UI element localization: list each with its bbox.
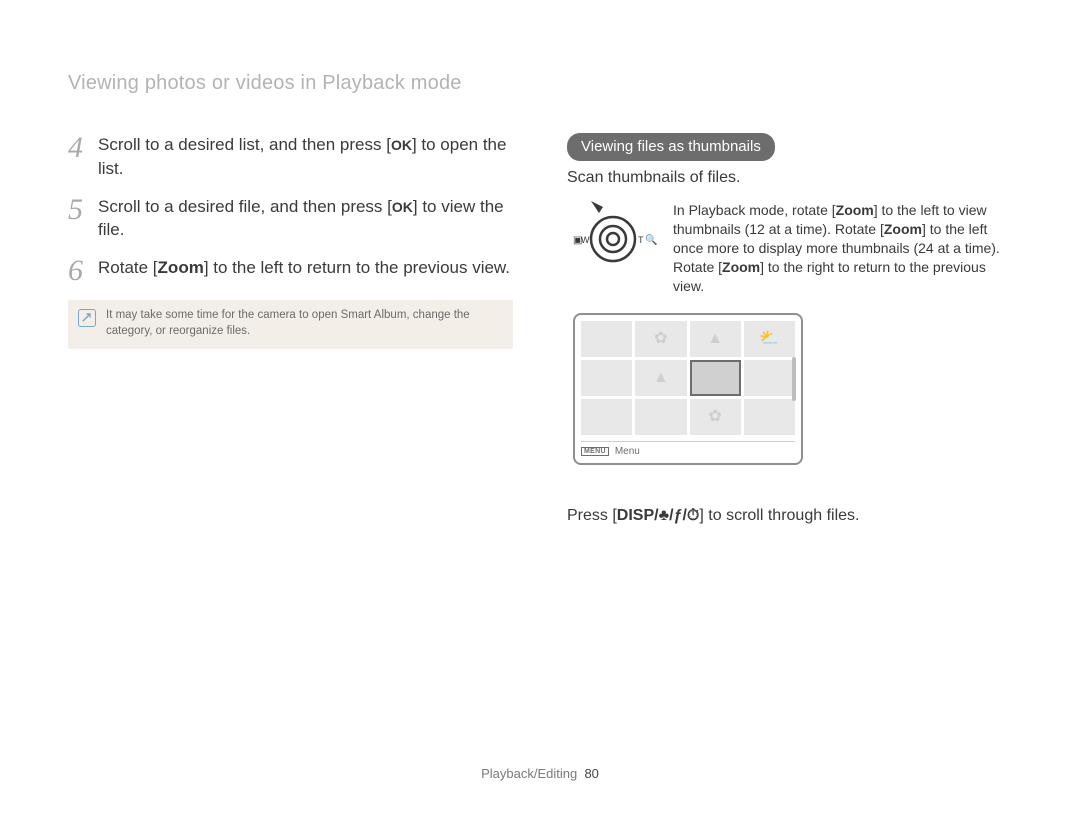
note-box: It may take some time for the camera to … (68, 300, 513, 349)
thumb-item: ✿ (690, 399, 741, 435)
zoom-instruction: In Playback mode, rotate [Zoom] to the l… (673, 201, 1012, 295)
zoom-label: Zoom (884, 221, 922, 237)
zoom-label: Zoom (722, 259, 760, 275)
thumb-item (581, 360, 632, 396)
bust-icon: ▲ (707, 331, 723, 347)
t: ] to scroll through files. (699, 507, 859, 524)
scroll-instruction: Press [DISP/♣/ƒ/⏱] to scroll through fil… (567, 507, 1012, 525)
disp-icon: DISP (617, 507, 654, 524)
flower-icon: ✿ (654, 331, 667, 347)
thumb-item (744, 360, 795, 396)
macro-icon: ♣ (659, 507, 670, 524)
thumb-item (581, 399, 632, 435)
flower-icon: ✿ (708, 409, 721, 425)
step-4: 4 Scroll to a desired list, and then pre… (68, 133, 513, 181)
step-text-pre: Scroll to a desired file, and then press… (98, 197, 392, 216)
footer-section: Playback/Editing (481, 766, 577, 781)
step-text-pre: Rotate [ (98, 258, 158, 277)
bust-icon: ▲ (653, 370, 669, 386)
cloudsun-icon: ⛅ (759, 331, 779, 347)
svg-text:🔍: 🔍 (645, 233, 657, 246)
scrollbar-icon (792, 357, 796, 401)
zoom-dial-row: ▣ 🔍 W T In Playback mode, rotate [Zoom] … (567, 201, 1012, 295)
step-6: 6 Rotate [Zoom] to the left to return to… (68, 256, 513, 286)
step-body: Scroll to a desired list, and then press… (98, 133, 513, 181)
zoom-label: Zoom (836, 202, 874, 218)
left-column: 4 Scroll to a desired list, and then pre… (68, 133, 513, 525)
page-title: Viewing photos or videos in Playback mod… (68, 72, 1012, 95)
zoom-dial-icon: ▣ 🔍 W T (567, 201, 659, 276)
page-number: 80 (584, 766, 598, 781)
device-status-bar: MENU Menu (581, 441, 795, 457)
page-footer: Playback/Editing 80 (0, 766, 1080, 781)
section-heading: Viewing files as thumbnails (567, 133, 775, 161)
thumb-item (744, 399, 795, 435)
dial-right-label: T (638, 235, 644, 245)
thumb-item-selected (690, 360, 741, 396)
step-body: Rotate [Zoom] to the left to return to t… (98, 256, 510, 280)
thumbnail-grid: ✿ ▲ ⛅ ▲ ✿ (581, 321, 795, 435)
ok-icon: OK (392, 199, 413, 215)
step-number: 6 (68, 256, 98, 286)
thumb-item: ⛅ (744, 321, 795, 357)
step-text-pre: Scroll to a desired list, and then press… (98, 135, 391, 154)
step-5: 5 Scroll to a desired file, and then pre… (68, 195, 513, 243)
thumb-item: ✿ (635, 321, 686, 357)
t: In Playback mode, rotate [ (673, 202, 836, 218)
step-text-post: ] to the left to return to the previous … (204, 258, 510, 277)
thumb-item: ▲ (635, 360, 686, 396)
note-icon (78, 309, 96, 327)
menu-label: Menu (615, 446, 640, 457)
zoom-label: Zoom (158, 258, 204, 277)
step-number: 4 (68, 133, 98, 163)
step-body: Scroll to a desired file, and then press… (98, 195, 513, 243)
scan-line: Scan thumbnails of files. (567, 169, 1012, 187)
dial-left-label: W (581, 235, 590, 245)
timer-icon: ⏱ (687, 507, 699, 524)
right-column: Viewing files as thumbnails Scan thumbna… (567, 133, 1012, 525)
thumb-item (581, 321, 632, 357)
menu-icon: MENU (581, 447, 609, 456)
thumbnail-screen: ✿ ▲ ⛅ ▲ ✿ MENU Menu (573, 313, 803, 465)
step-number: 5 (68, 195, 98, 225)
ok-icon: OK (391, 137, 412, 153)
thumb-item: ▲ (690, 321, 741, 357)
thumb-item (635, 399, 686, 435)
note-text: It may take some time for the camera to … (106, 308, 503, 339)
t: Press [ (567, 507, 617, 524)
